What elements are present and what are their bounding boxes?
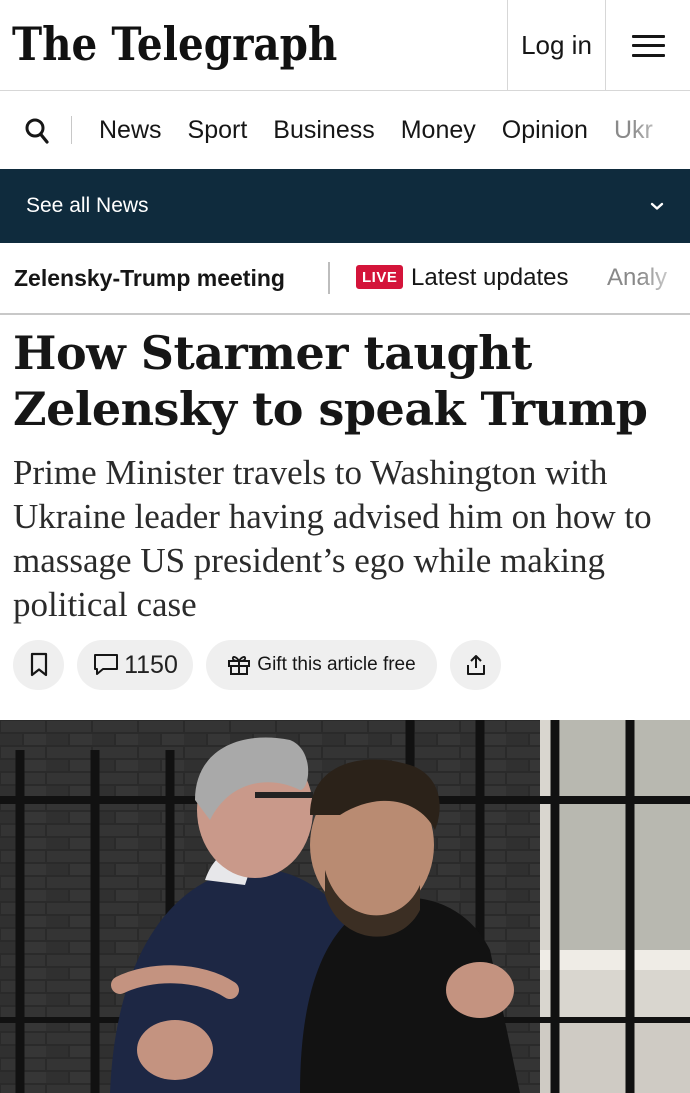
share-icon xyxy=(466,655,485,675)
login-button[interactable]: Log in xyxy=(507,0,606,91)
nav-item-business[interactable]: Business xyxy=(273,116,374,145)
topic-fade xyxy=(640,243,690,313)
hamburger-menu-icon xyxy=(631,34,665,57)
nav-divider xyxy=(71,116,72,144)
hero-photo xyxy=(0,720,690,1093)
section-dropdown[interactable]: See all News xyxy=(0,169,690,243)
hero-photo-illustration xyxy=(0,720,690,1093)
telegraph-logo[interactable]: The Telegraph xyxy=(12,12,337,76)
gift-label: Gift this article free xyxy=(257,654,416,675)
bookmark-icon xyxy=(30,652,47,677)
topic-divider xyxy=(328,262,330,294)
topic-main-link[interactable]: Zelensky-Trump meeting xyxy=(14,243,285,313)
comment-count: 1150 xyxy=(124,650,178,679)
article-headline: How Starmer taught Zelensky to speak Tru… xyxy=(13,326,648,436)
nav-item-money[interactable]: Money xyxy=(401,116,476,145)
menu-button[interactable] xyxy=(606,0,690,91)
bookmark-button[interactable] xyxy=(13,640,64,690)
comment-icon xyxy=(94,654,119,675)
share-button[interactable] xyxy=(450,640,501,690)
article-standfirst: Prime Minister travels to Washington wit… xyxy=(13,453,652,624)
live-badge: LIVE xyxy=(356,265,404,289)
topic-bar: Zelensky-Trump meeting LIVE Latest updat… xyxy=(0,243,690,315)
section-dropdown-label: See all News xyxy=(26,194,149,217)
nav-fade xyxy=(630,92,690,169)
site-header: The Telegraph Log in xyxy=(0,0,690,91)
search-icon[interactable] xyxy=(24,116,50,146)
chevron-down-icon xyxy=(650,202,664,210)
nav-item-news[interactable]: News xyxy=(99,116,162,145)
gift-article-button[interactable]: Gift this article free xyxy=(206,640,437,690)
gift-icon xyxy=(228,656,251,675)
comments-button[interactable]: 1150 xyxy=(77,640,193,690)
primary-nav: News Sport Business Money Opinion Ukr xyxy=(0,92,690,169)
latest-updates-link[interactable]: Latest updates xyxy=(411,243,568,313)
nav-item-sport[interactable]: Sport xyxy=(188,116,248,145)
nav-item-opinion[interactable]: Opinion xyxy=(502,116,588,145)
nav-items: News Sport Business Money Opinion Ukr xyxy=(99,92,679,169)
